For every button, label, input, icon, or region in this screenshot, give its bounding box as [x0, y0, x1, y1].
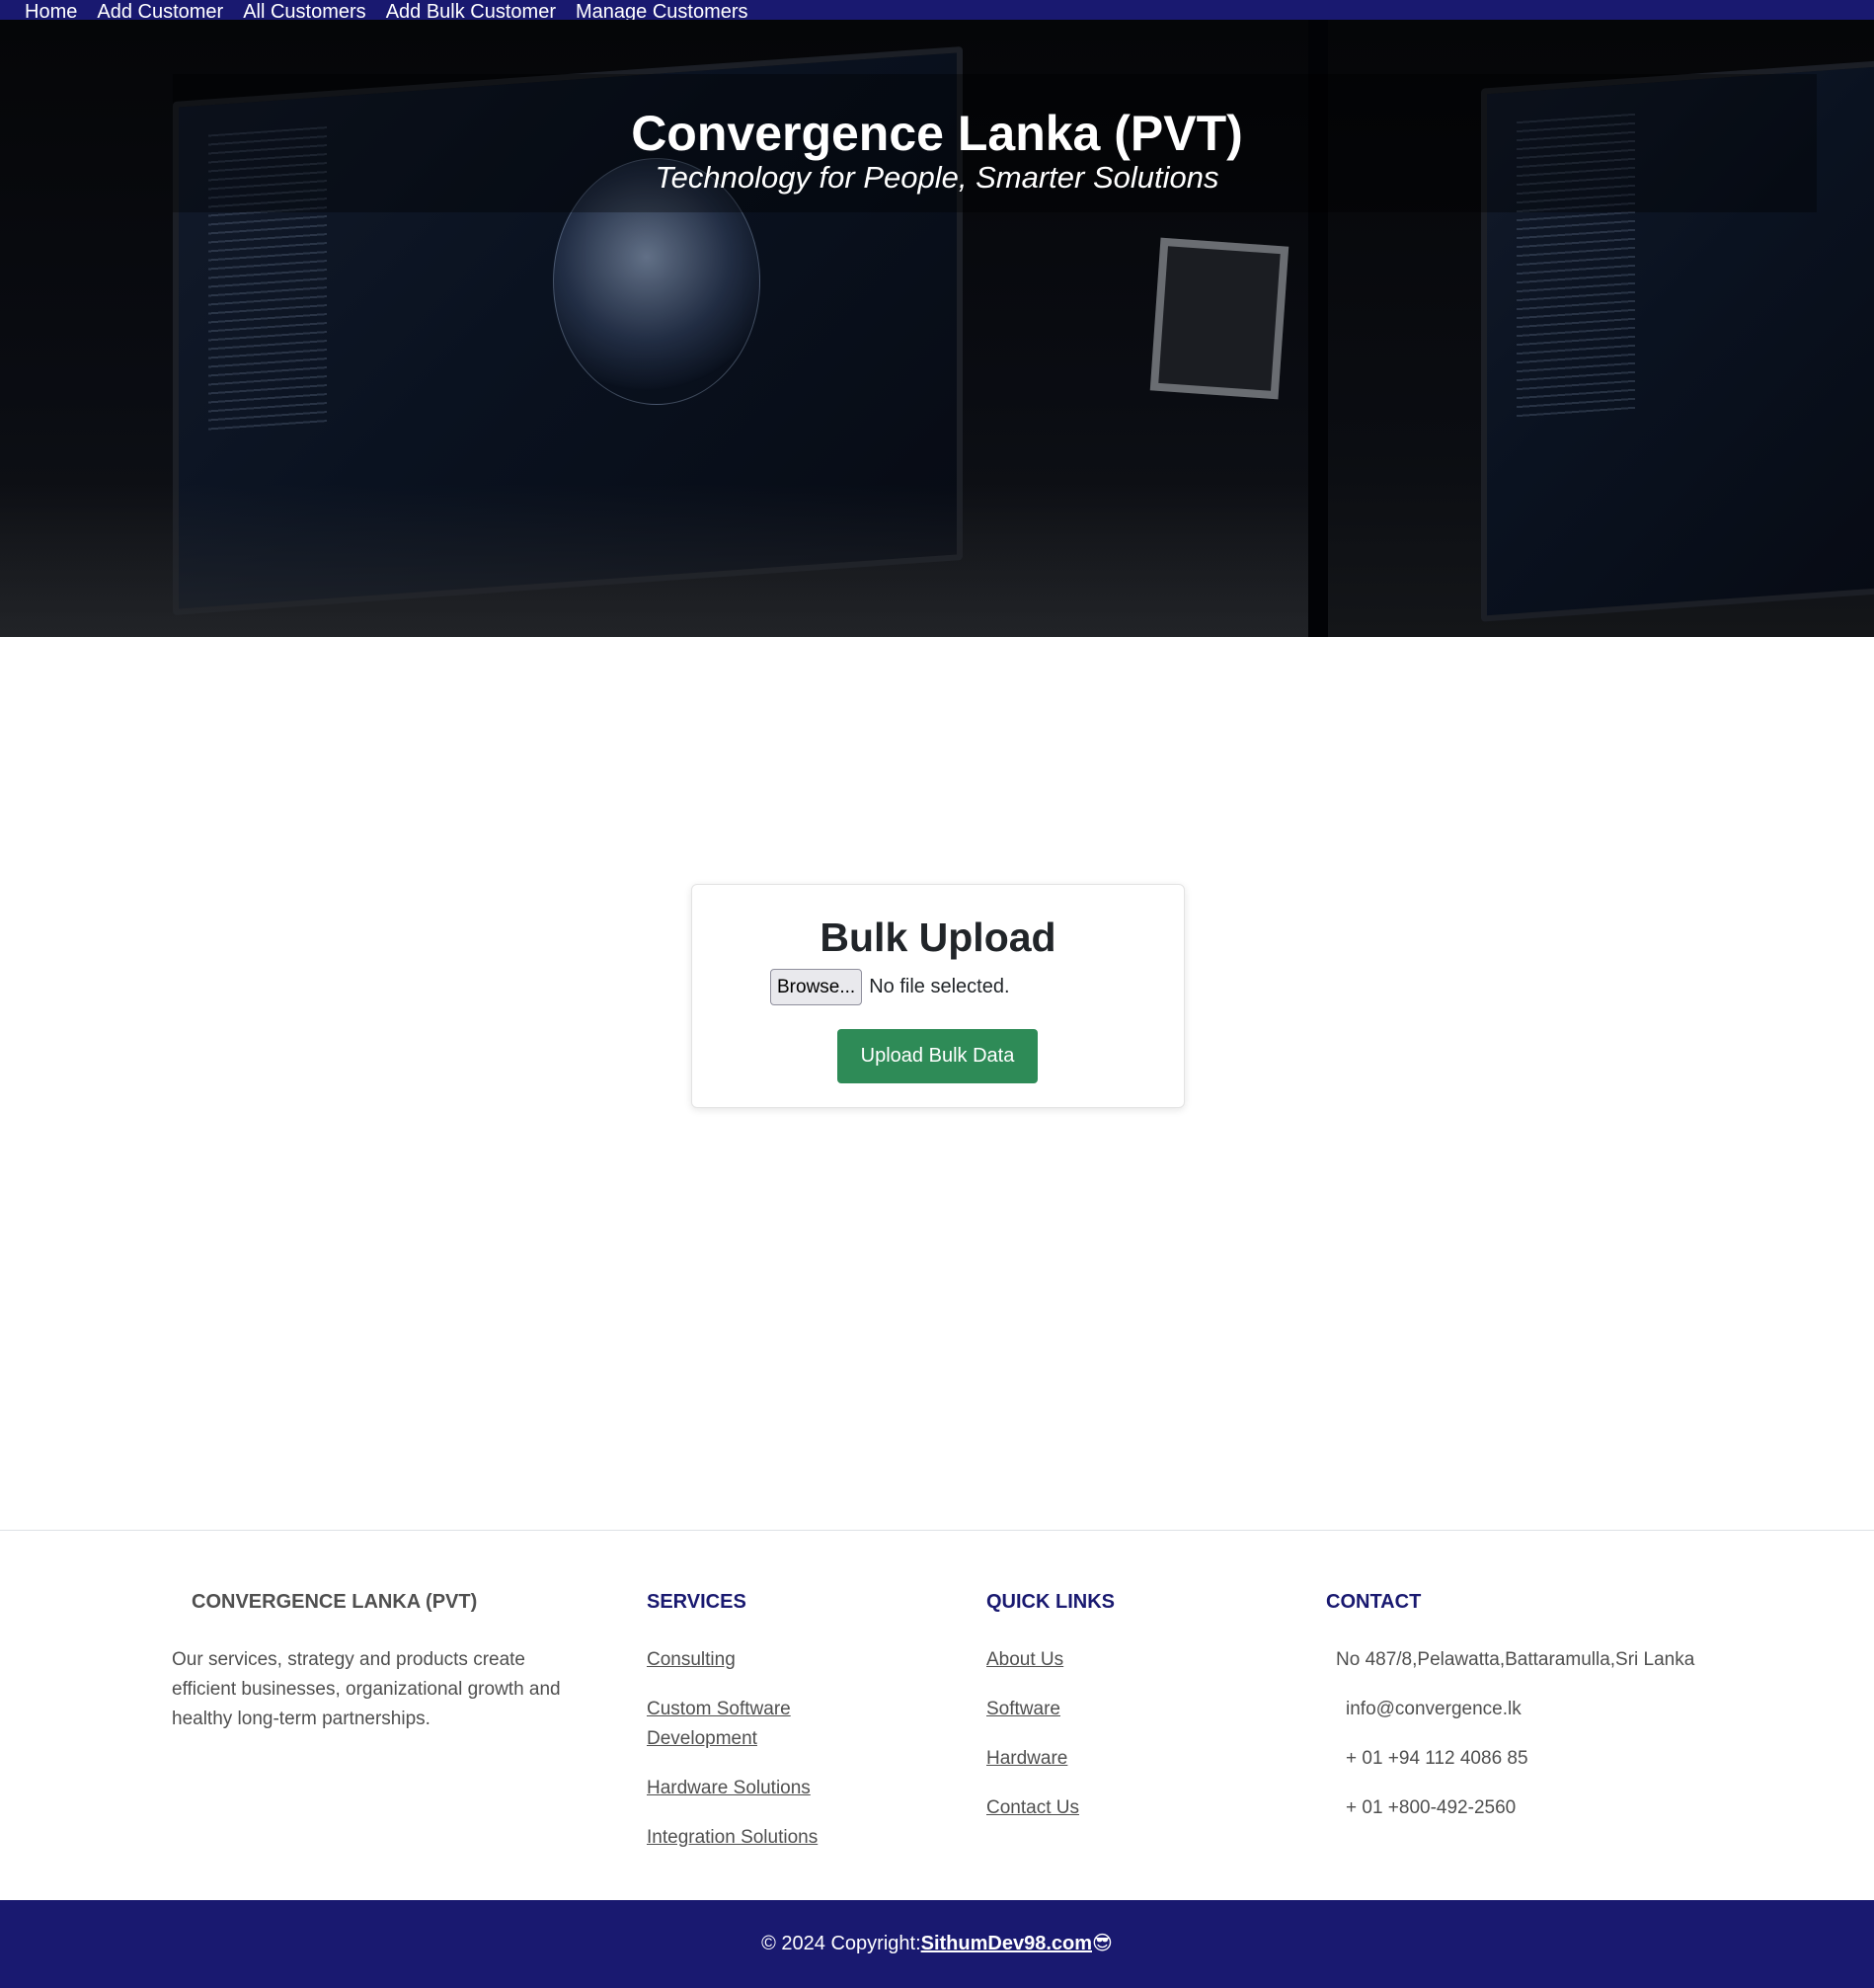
footer-link-contact-us[interactable]: Contact Us: [986, 1793, 1079, 1823]
hero-title: Convergence Lanka (PVT): [631, 106, 1243, 161]
site-footer: CONVERGENCE LANKA (PVT) Our services, st…: [0, 1530, 1874, 1900]
footer-brand-description: Our services, strategy and products crea…: [172, 1649, 561, 1729]
file-input: Browse... No file selected.: [770, 969, 1010, 1005]
bulk-upload-card: Bulk Upload Browse... No file selected. …: [691, 884, 1185, 1108]
browse-button[interactable]: Browse...: [770, 969, 863, 1005]
footer-contact-phone-1: + 01 +94 112 4086 85: [1346, 1748, 1528, 1769]
desk-graphic: [0, 484, 1308, 637]
emoji-icon: 😎: [1092, 1933, 1113, 1954]
footer-link-integration-solutions[interactable]: Integration Solutions: [647, 1823, 818, 1853]
photo-frame-graphic: [1149, 237, 1289, 400]
upload-bulk-data-button[interactable]: Upload Bulk Data: [837, 1029, 1038, 1083]
footer-link-hardware-solutions[interactable]: Hardware Solutions: [647, 1774, 811, 1803]
footer-link-about-us[interactable]: About Us: [986, 1645, 1063, 1675]
footer-contact-heading: CONTACT: [1326, 1591, 1422, 1613]
footer-services-heading: SERVICES: [647, 1591, 746, 1613]
copyright-prefix: © 2024 Copyright:: [761, 1933, 921, 1954]
footer-contact-address: No 487/8,Pelawatta,Battaramulla,Sri Lank…: [1336, 1649, 1695, 1670]
copyright-bar: © 2024 Copyright:SithumDev98.com😎: [0, 1900, 1874, 1988]
card-title: Bulk Upload: [820, 914, 1056, 960]
footer-link-custom-software[interactable]: Custom Software Development: [647, 1695, 834, 1754]
footer-brand-heading: CONVERGENCE LANKA (PVT): [192, 1591, 478, 1613]
footer-contact-phone-2: + 01 +800-492-2560: [1346, 1797, 1517, 1818]
footer-link-software[interactable]: Software: [986, 1695, 1060, 1724]
footer-contact-email: info@convergence.lk: [1346, 1699, 1522, 1719]
footer-link-hardware[interactable]: Hardware: [986, 1744, 1067, 1774]
hero-subtitle: Technology for People, Smarter Solutions: [655, 160, 1219, 195]
file-status-text: No file selected.: [869, 976, 1010, 997]
footer-quick-links-heading: QUICK LINKS: [986, 1591, 1115, 1613]
copyright-link[interactable]: SithumDev98.com: [921, 1933, 1092, 1954]
footer-link-consulting[interactable]: Consulting: [647, 1645, 736, 1675]
